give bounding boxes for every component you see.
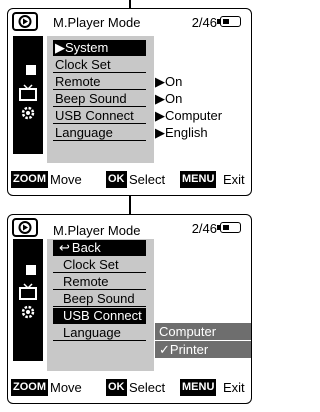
menu-screen-1: M.Player Mode 2/46 ▶System Clock Set Rem… — [7, 8, 252, 196]
move-label: Move — [50, 380, 82, 395]
remote-value: ▶On — [155, 74, 183, 89]
menu-key[interactable]: MENU — [180, 379, 217, 396]
select-label: Select — [129, 172, 166, 187]
tv-icon[interactable] — [17, 283, 39, 301]
menu-item-usb-connect[interactable]: USB Connect — [53, 108, 146, 124]
menu-key[interactable]: MENU — [180, 171, 217, 188]
menu-item-label: Language — [55, 125, 113, 140]
connector-line-top — [129, 0, 131, 8]
menu-item-language[interactable]: Language — [53, 325, 146, 341]
sidebar — [13, 36, 43, 154]
exit-label: Exit — [223, 172, 245, 187]
menu-item-beep-sound[interactable]: Beep Sound — [53, 91, 146, 107]
menu-item-label: Remote — [55, 74, 101, 89]
menu-screen-2: M.Player Mode 2/46 ↩ Back Clock Set Remot… — [7, 214, 252, 404]
option-computer[interactable]: Computer — [155, 323, 251, 341]
battery-icon — [217, 222, 241, 233]
option-printer[interactable]: ✓Printer — [155, 341, 251, 359]
menu-item-label: USB Connect — [55, 108, 134, 123]
zoom-key[interactable]: ZOOM — [11, 379, 48, 396]
back-icon: ↩ — [59, 240, 70, 255]
card-icon[interactable] — [17, 63, 39, 81]
connector-line-middle — [129, 196, 131, 214]
tv-icon[interactable] — [17, 84, 39, 102]
mode-title: M.Player Mode — [53, 223, 141, 238]
menu-item-language[interactable]: Language — [53, 125, 146, 141]
menu-item-label: Remote — [63, 274, 109, 289]
exit-label: Exit — [223, 380, 245, 395]
player-mode-icon — [12, 12, 38, 31]
menu-item-back[interactable]: ↩ Back — [53, 240, 146, 256]
file-counter: 2/46 — [191, 221, 217, 236]
menu-item-label: Beep Sound — [63, 291, 135, 306]
card-icon[interactable] — [17, 263, 39, 281]
footer-bar: ZOOM Move OK Select MENU Exit — [8, 171, 251, 189]
zoom-key[interactable]: ZOOM — [11, 171, 48, 188]
title-bar: M.Player Mode 2/46 — [8, 9, 251, 33]
ok-key[interactable]: OK — [106, 171, 127, 188]
gear-icon[interactable] — [17, 104, 39, 122]
menu-item-label: USB Connect — [63, 308, 142, 323]
battery-icon — [217, 16, 241, 27]
menu-item-label: System — [65, 40, 109, 55]
menu-item-clock-set[interactable]: Clock Set — [53, 257, 146, 273]
footer-bar: ZOOM Move OK Select MENU Exit — [8, 379, 251, 397]
menu-item-clock-set[interactable]: Clock Set — [53, 57, 146, 73]
menu-item-usb-connect[interactable]: USB Connect — [53, 308, 146, 324]
arrow-right-icon: ▶ — [55, 40, 65, 55]
beep-sound-value: ▶On — [155, 91, 183, 106]
player-mode-icon — [12, 218, 38, 237]
mode-title: M.Player Mode — [53, 15, 141, 30]
usb-connect-options: Computer ✓Printer — [155, 323, 251, 359]
language-value: ▶English — [155, 125, 208, 140]
menu-item-label: Language — [63, 325, 121, 340]
sidebar — [13, 239, 43, 361]
menu-item-label: Clock Set — [63, 257, 119, 272]
title-bar: M.Player Mode 2/46 — [8, 215, 251, 239]
gear-icon[interactable] — [17, 303, 39, 321]
select-label: Select — [129, 380, 166, 395]
menu-item-system[interactable]: ▶System — [53, 40, 146, 56]
file-counter: 2/46 — [191, 15, 217, 30]
ok-key[interactable]: OK — [106, 379, 127, 396]
menu-item-remote[interactable]: Remote — [53, 274, 146, 290]
menu-item-label: Beep Sound — [55, 91, 127, 106]
menu-item-label: Back — [71, 240, 101, 255]
menu-item-beep-sound[interactable]: Beep Sound — [53, 291, 146, 307]
menu-item-label: Clock Set — [55, 57, 111, 72]
menu-item-remote[interactable]: Remote — [53, 74, 146, 90]
usb-connect-value: ▶Computer — [155, 108, 223, 123]
move-label: Move — [50, 172, 82, 187]
